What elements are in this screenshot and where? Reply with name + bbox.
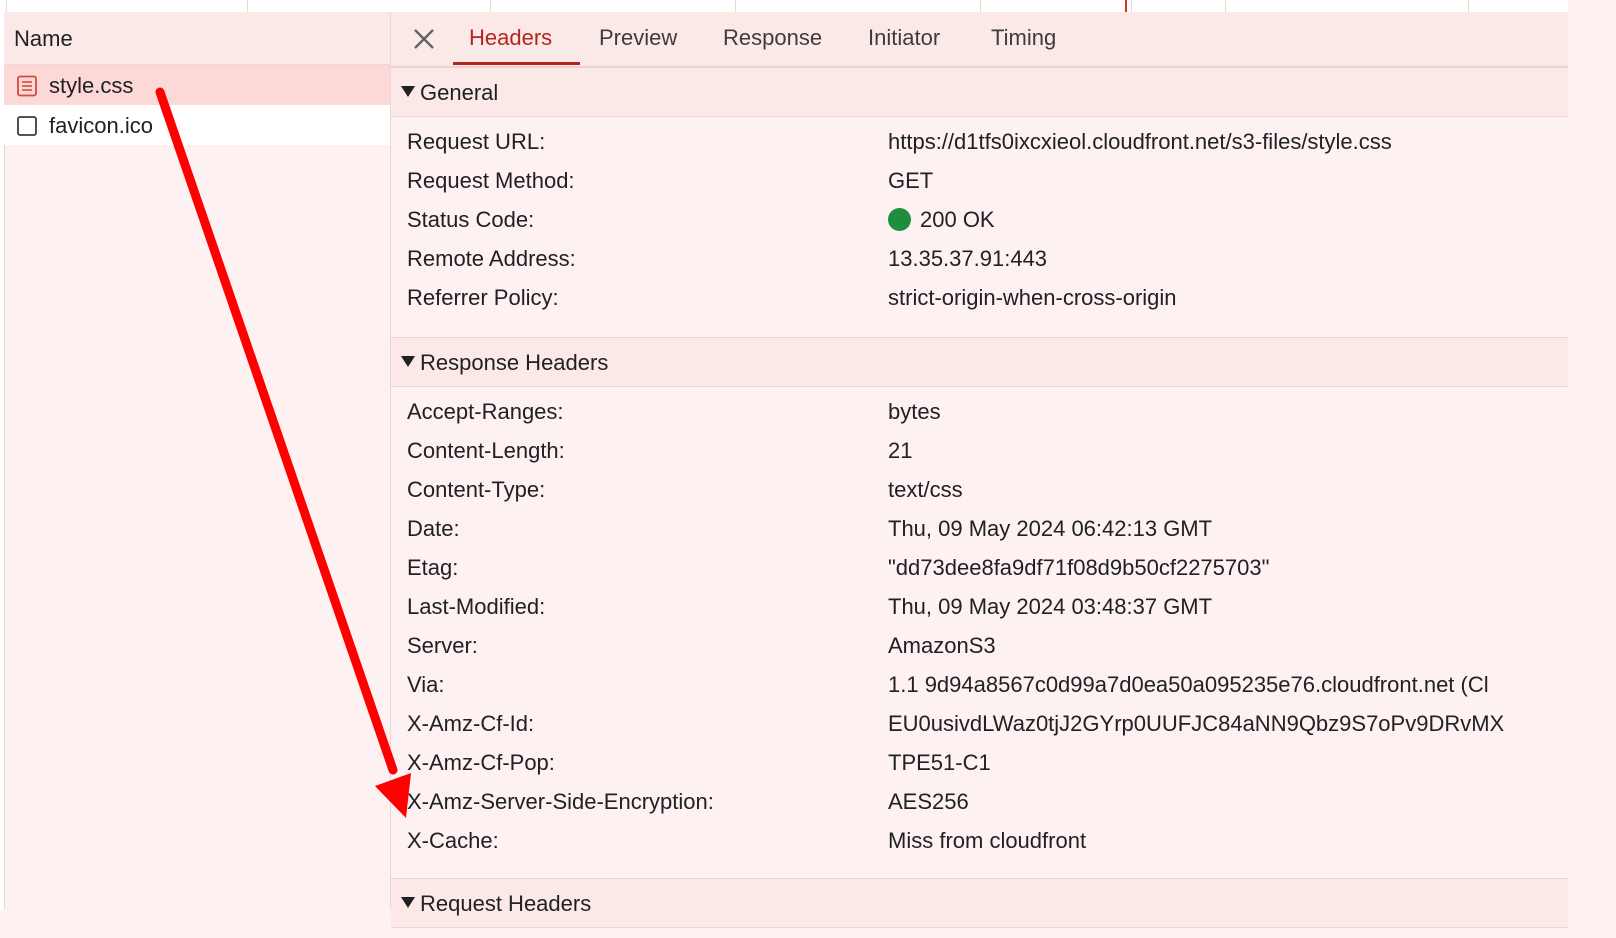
timeline-marker <box>1125 0 1127 12</box>
general-section-header[interactable]: General <box>391 67 1568 117</box>
header-value: Thu, 09 May 2024 03:48:37 GMT <box>888 594 1213 619</box>
header-row: Request Method: GET <box>407 162 1568 201</box>
header-value: strict-origin-when-cross-origin <box>888 285 1177 310</box>
header-key: Content-Length: <box>407 438 565 463</box>
timeline-tick <box>1468 0 1469 12</box>
expand-triangle-icon <box>401 356 415 367</box>
header-key: Request Method: <box>407 168 575 193</box>
header-row: Remote Address: 13.35.37.91:443 <box>407 240 1568 279</box>
header-key: X-Amz-Cf-Id: <box>407 711 535 736</box>
header-key: Request URL: <box>407 129 546 154</box>
timeline-tick <box>6 0 7 12</box>
header-key: Remote Address: <box>407 246 576 271</box>
request-headers-section-header[interactable]: Request Headers <box>391 878 1568 928</box>
header-value: "dd73dee8fa9df71f08d9b50cf2275703" <box>888 555 1270 580</box>
header-row: Referrer Policy: strict-origin-when-cros… <box>407 279 1568 318</box>
timeline-tick <box>490 0 491 12</box>
details-panel: Headers Preview Response Initiator Timin… <box>391 12 1568 928</box>
request-row-style-css[interactable]: style.css <box>4 65 390 105</box>
header-key: X-Amz-Cf-Pop: <box>407 750 555 775</box>
header-value: AmazonS3 <box>888 633 996 658</box>
header-row: Server: AmazonS3 <box>407 627 1568 666</box>
tab-response[interactable]: Response <box>723 25 822 51</box>
tab-initiator[interactable]: Initiator <box>868 25 940 51</box>
section-title: Request Headers <box>420 891 592 916</box>
header-row: Status Code: 200 OK <box>407 201 1568 240</box>
header-key: Content-Type: <box>407 477 546 502</box>
header-row: X-Amz-Server-Side-Encryption: AES256 <box>407 783 1568 822</box>
request-list-panel: Name style.css favicon.ico <box>0 12 391 910</box>
request-name: style.css <box>49 73 134 98</box>
request-row-favicon[interactable]: favicon.ico <box>4 105 390 145</box>
header-value: 21 <box>888 438 913 463</box>
header-value: TPE51-C1 <box>888 750 991 775</box>
header-row: Etag: "dd73dee8fa9df71f08d9b50cf2275703" <box>407 549 1568 588</box>
panel-edge <box>0 12 5 910</box>
name-column-label: Name <box>14 26 73 51</box>
header-value: EU0usivdLWaz0tjJ2GYrp0UUFJC84aNN9Qbz9S7o… <box>888 711 1505 736</box>
header-value: bytes <box>888 399 941 424</box>
header-key: Referrer Policy: <box>407 285 559 310</box>
expand-triangle-icon <box>401 86 415 97</box>
header-row: Content-Type: text/css <box>407 471 1568 510</box>
section-title: General <box>420 80 499 105</box>
header-row: X-Cache: Miss from cloudfront <box>407 822 1568 861</box>
header-value: 1.1 9d94a8567c0d99a7d0ea50a095235e76.clo… <box>888 672 1489 697</box>
header-value: Thu, 09 May 2024 06:42:13 GMT <box>888 516 1213 541</box>
header-value: https://d1tfs0ixcxieol.cloudfront.net/s3… <box>888 129 1392 154</box>
timeline-tick <box>1225 0 1226 12</box>
expand-triangle-icon <box>401 897 415 908</box>
header-row: Via: 1.1 9d94a8567c0d99a7d0ea50a095235e7… <box>407 666 1568 705</box>
header-row: Request URL: https://d1tfs0ixcxieol.clou… <box>407 123 1568 162</box>
header-key: X-Cache: <box>407 828 499 853</box>
header-key: Date: <box>407 516 460 541</box>
response-headers-section-header[interactable]: Response Headers <box>391 337 1568 387</box>
active-tab-indicator <box>453 62 580 65</box>
header-row: Last-Modified: Thu, 09 May 2024 03:48:37… <box>407 588 1568 627</box>
header-key: Via: <box>407 672 445 697</box>
header-key: Status Code: <box>407 207 535 232</box>
tab-headers[interactable]: Headers <box>469 25 552 51</box>
stylesheet-icon <box>17 75 37 97</box>
status-ok-icon <box>888 208 911 231</box>
status-value: 200 OK <box>888 207 995 233</box>
header-row: X-Amz-Cf-Id: EU0usivdLWaz0tjJ2GYrp0UUFJC… <box>407 705 1568 744</box>
timeline-tick <box>1131 0 1132 12</box>
status-text: 200 OK <box>920 207 995 232</box>
header-value: text/css <box>888 477 963 502</box>
name-column-header[interactable]: Name <box>4 12 390 65</box>
header-key: X-Amz-Server-Side-Encryption: <box>407 789 714 814</box>
header-key: Etag: <box>407 555 459 580</box>
close-icon[interactable] <box>411 26 437 52</box>
blank-file-icon <box>17 116 37 136</box>
header-value: Miss from cloudfront <box>888 828 1087 853</box>
header-key: Accept-Ranges: <box>407 399 564 424</box>
tab-timing[interactable]: Timing <box>991 25 1056 51</box>
header-value: 13.35.37.91:443 <box>888 246 1048 271</box>
header-row: Accept-Ranges: bytes <box>407 393 1568 432</box>
header-row: Content-Length: 21 <box>407 432 1568 471</box>
timeline-tick <box>247 0 248 12</box>
header-key: Last-Modified: <box>407 594 546 619</box>
timeline-tick <box>735 0 736 12</box>
tab-preview[interactable]: Preview <box>599 25 677 51</box>
header-value: GET <box>888 168 934 193</box>
section-title: Response Headers <box>420 350 609 375</box>
timeline-tick <box>980 0 981 12</box>
header-key: Server: <box>407 633 478 658</box>
header-row: Date: Thu, 09 May 2024 06:42:13 GMT <box>407 510 1568 549</box>
request-name: favicon.ico <box>49 113 153 138</box>
details-tab-bar: Headers Preview Response Initiator Timin… <box>391 12 1568 67</box>
header-row: X-Amz-Cf-Pop: TPE51-C1 <box>407 744 1568 783</box>
header-value: AES256 <box>888 789 969 814</box>
